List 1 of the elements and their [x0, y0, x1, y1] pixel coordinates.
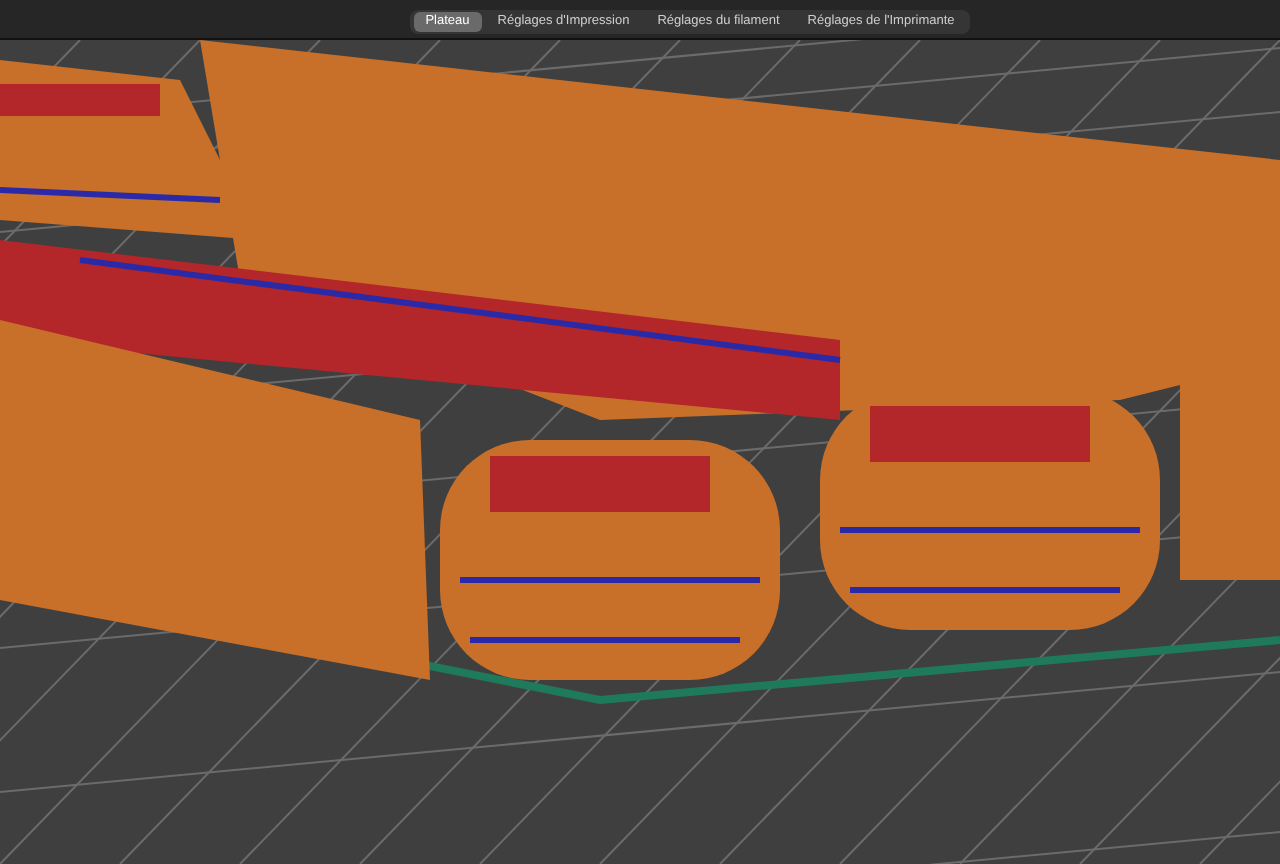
3d-preview-viewport[interactable] [0, 40, 1280, 864]
